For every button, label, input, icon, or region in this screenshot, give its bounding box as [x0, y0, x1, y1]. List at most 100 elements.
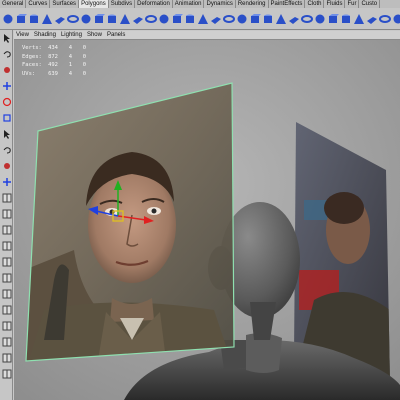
maya-window: General Curves Surfaces Polygons Subdivs Defo…	[0, 0, 400, 400]
poly-cone-icon[interactable]	[41, 12, 53, 26]
delete-edge-icon[interactable]	[392, 12, 400, 26]
shelf-tab-painteffects[interactable]: PaintEffects	[269, 0, 306, 8]
poly-pyramid-icon[interactable]	[93, 12, 105, 26]
panel-menu-shading[interactable]: Shading	[34, 31, 56, 39]
hud-v3: 0	[82, 53, 86, 60]
perspective-viewport[interactable]: View Shading Lighting Show Panels Verts:…	[14, 31, 400, 400]
bevel-icon[interactable]	[340, 12, 352, 26]
hud-row-edges: Edges: 872 4 0	[22, 53, 86, 62]
extrude-edge-icon[interactable]	[327, 12, 339, 26]
select-arrow-icon[interactable]	[1, 32, 12, 43]
shelf-tab-subdivs[interactable]: Subdivs	[109, 0, 136, 8]
smooth-icon[interactable]	[158, 12, 170, 26]
poly-torus-icon[interactable]	[67, 12, 79, 26]
scale-tool-icon[interactable]	[1, 112, 12, 123]
panel-menu-panels[interactable]: Panels	[107, 31, 125, 39]
shelf-tab-polygons[interactable]: Polygons	[79, 0, 109, 8]
hud-v3: 0	[82, 45, 86, 51]
render-layout-icon[interactable]	[1, 288, 12, 299]
shelf-tab-deformation[interactable]: Deformation	[135, 0, 173, 8]
shelf-tab-custo[interactable]: Custo	[359, 0, 381, 8]
shelf-tab-fur[interactable]: Fur	[345, 0, 360, 8]
move-tool-icon[interactable]	[1, 80, 12, 91]
panel-menu-show[interactable]: Show	[87, 31, 102, 39]
hud-v1: 492	[48, 62, 58, 68]
append-icon[interactable]	[275, 12, 287, 26]
side-by-side-layout-icon[interactable]	[1, 224, 12, 235]
poly-prism-icon[interactable]	[80, 12, 92, 26]
hud-label: UVs:	[22, 70, 36, 77]
shelf-tab-curves[interactable]: Curves	[26, 0, 51, 8]
single-pane-layout-icon[interactable]	[1, 192, 12, 203]
hud-v1: 639	[48, 70, 58, 77]
hud-label: Edges:	[22, 53, 42, 60]
hud-v1: 872	[48, 53, 58, 60]
reduce-icon[interactable]	[223, 12, 235, 26]
poly-plane-icon[interactable]	[54, 12, 66, 26]
poly-count-hud: Verts: 434 4 0 Edges: 872 4 0 Faces: 492 1 0 UVs: 639…	[22, 44, 86, 78]
last-tool-icon[interactable]	[1, 176, 12, 187]
triangulate-icon[interactable]	[236, 12, 248, 26]
shelf-tab-dynamics[interactable]: Dynamics	[204, 0, 236, 8]
hud-v2: 1	[68, 62, 72, 68]
hud-v2: 4	[68, 70, 72, 77]
dope-layout-icon[interactable]	[1, 352, 12, 363]
lasso-icon[interactable]	[1, 48, 12, 59]
uv-layout-icon[interactable]	[1, 304, 12, 315]
universal-manip-icon[interactable]	[1, 128, 12, 139]
hud-v3: 0	[82, 62, 86, 68]
viewport-scene[interactable]	[14, 40, 400, 400]
shelf-tab-surfaces[interactable]: Surfaces	[50, 0, 80, 8]
poly-sphere-icon[interactable]	[2, 12, 14, 26]
split-icon[interactable]	[288, 12, 300, 26]
poly-pipe-icon[interactable]	[106, 12, 118, 26]
hud-label: Faces:	[22, 62, 42, 68]
shelf-tab-general[interactable]: General	[0, 0, 27, 8]
hud-v2: 4	[68, 45, 72, 51]
shelf-tab-fluids[interactable]: Fluids	[324, 0, 346, 8]
poly-cube-icon[interactable]	[15, 12, 27, 26]
blend-layout-icon[interactable]	[1, 336, 12, 347]
hud-v1: 434	[48, 45, 58, 51]
poly-cylinder-icon[interactable]	[28, 12, 40, 26]
show-manip-icon[interactable]	[1, 160, 12, 171]
paint-select-icon[interactable]	[1, 64, 12, 75]
duplicate-face-icon[interactable]	[353, 12, 365, 26]
rotate-tool-icon[interactable]	[1, 96, 12, 107]
mirror-icon[interactable]	[210, 12, 222, 26]
cut-faces-icon[interactable]	[301, 12, 313, 26]
combine-icon[interactable]	[119, 12, 131, 26]
panel-menu-lighting[interactable]: Lighting	[61, 31, 82, 39]
merge-edges-icon[interactable]	[379, 12, 391, 26]
extract-icon[interactable]	[145, 12, 157, 26]
shelf-tab-bar: General Curves Surfaces Polygons Subdivs Defo…	[0, 0, 400, 8]
graph-layout-icon[interactable]	[1, 256, 12, 267]
boolean-intersection-icon[interactable]	[197, 12, 209, 26]
toolbox	[0, 30, 13, 400]
four-pane-layout-icon[interactable]	[1, 208, 12, 219]
hud-label: Verts:	[22, 45, 42, 51]
soft-mod-icon[interactable]	[1, 144, 12, 155]
panel-menu-view[interactable]: View	[16, 31, 29, 39]
shelf-tab-animation[interactable]: Animation	[173, 0, 205, 8]
extrude-face-icon[interactable]	[314, 12, 326, 26]
fill-hole-icon[interactable]	[262, 12, 274, 26]
shelf-tab-rendering[interactable]: Rendering	[236, 0, 269, 8]
shelf-tab-cloth[interactable]: Cloth	[305, 0, 325, 8]
separate-icon[interactable]	[132, 12, 144, 26]
hud-row-verts: Verts: 434 4 0	[22, 44, 86, 53]
hud-row-uvs: UVs: 639 4 0	[22, 70, 86, 79]
boolean-difference-icon[interactable]	[184, 12, 196, 26]
panel-menu-bar: View Shading Lighting Show Panels	[14, 31, 400, 40]
boolean-union-icon[interactable]	[171, 12, 183, 26]
hud-v3: 0	[82, 70, 86, 77]
trax-layout-icon[interactable]	[1, 368, 12, 379]
script-layout-icon[interactable]	[1, 320, 12, 331]
hud-row-faces: Faces: 492 1 0	[22, 61, 86, 70]
hypershade-layout-icon[interactable]	[1, 272, 12, 283]
quadrangulate-icon[interactable]	[249, 12, 261, 26]
hud-v2: 4	[68, 53, 72, 60]
persp-outliner-layout-icon[interactable]	[1, 240, 12, 251]
merge-vertices-icon[interactable]	[366, 12, 378, 26]
polygons-shelf	[0, 8, 400, 30]
